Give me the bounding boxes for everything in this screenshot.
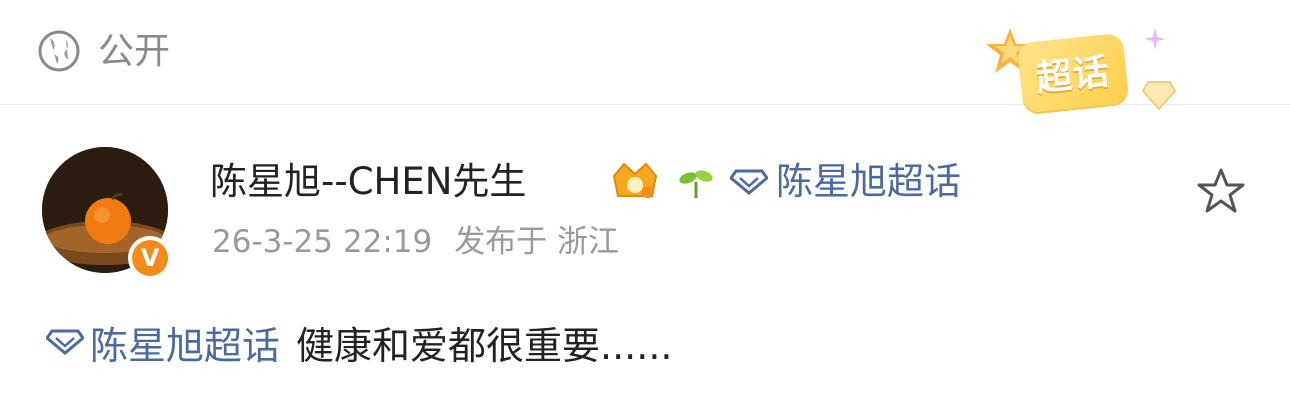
post-content: 陈星旭超话 健康和爱都很重要...... xyxy=(46,314,673,370)
diamond-icon xyxy=(730,169,768,195)
badge-label: 超话 xyxy=(1034,51,1112,100)
post-topic-label: 陈星旭超话 xyxy=(90,323,281,368)
post-text: 健康和爱都很重要...... xyxy=(296,323,673,368)
verified-v-icon: V xyxy=(128,236,172,280)
globe-icon xyxy=(38,30,80,72)
super-topic-label: 陈星旭超话 xyxy=(776,160,961,203)
verified-mark: V xyxy=(132,240,168,276)
post-location: 发布于 浙江 xyxy=(454,224,620,260)
super-topic-badge[interactable]: 超话 xyxy=(982,24,1182,124)
sprout-icon xyxy=(679,170,713,198)
author-name[interactable]: 陈星旭--CHEN先生 xyxy=(210,158,526,206)
gem-icon xyxy=(1142,81,1176,110)
star-outline-icon[interactable] xyxy=(1196,166,1246,216)
visibility-bar[interactable]: 公开 超话 xyxy=(0,0,1290,114)
sparkle-icon xyxy=(1144,28,1166,50)
crown-badge-icon xyxy=(612,162,658,198)
visibility-label: 公开 xyxy=(98,31,171,72)
super-topic-link[interactable]: 陈星旭超话 xyxy=(730,158,961,206)
post-timestamp: 26-3-25 22:19 xyxy=(212,224,433,260)
diamond-icon xyxy=(46,329,84,355)
post-topic-link[interactable]: 陈星旭超话 xyxy=(46,315,280,370)
post-meta: 26-3-25 22:19 发布于 浙江 xyxy=(212,221,619,263)
